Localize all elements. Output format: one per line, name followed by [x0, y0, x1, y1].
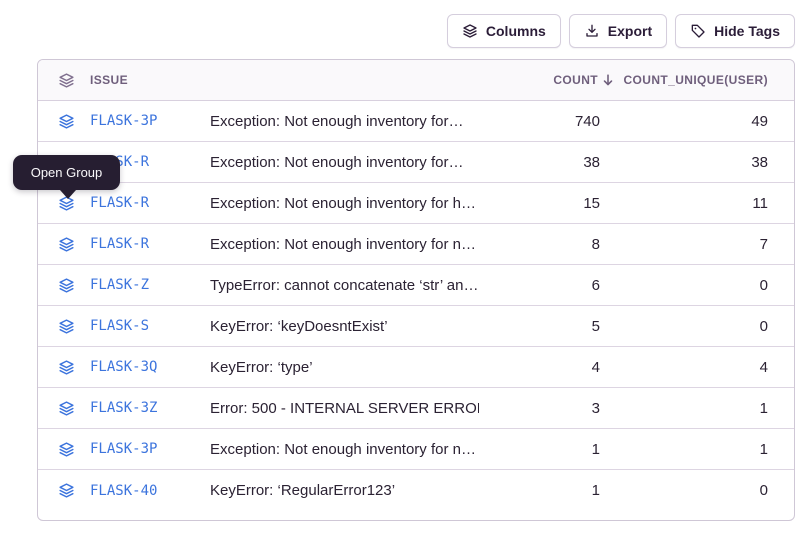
open-group-layers-icon[interactable] — [38, 236, 90, 253]
issue-link[interactable]: FLASK-R — [90, 195, 210, 211]
issue-summary: TypeError: cannot concatenate ‘str’ an… — [210, 277, 479, 294]
hide-tags-button[interactable]: Hide Tags — [675, 14, 795, 48]
column-header-count-unique[interactable]: COUNT_UNIQUE(USER) — [600, 73, 794, 87]
issue-summary: Exception: Not enough inventory for… — [210, 154, 479, 171]
table-row: FLASK-40 KeyError: ‘RegularError123’ 1 0 — [38, 470, 794, 511]
count-unique-value: 4 — [600, 359, 794, 376]
columns-button-label: Columns — [486, 23, 546, 39]
count-unique-value: 1 — [600, 400, 794, 417]
issue-link[interactable]: FLASK-40 — [90, 483, 210, 499]
issue-summary: Exception: Not enough inventory for n… — [210, 236, 479, 253]
open-group-layers-icon[interactable] — [38, 359, 90, 376]
issue-link[interactable]: FLASK-3Z — [90, 400, 210, 416]
table-row: FLASK-3Q KeyError: ‘type’ 4 4 — [38, 347, 794, 388]
count-value: 1 — [479, 441, 600, 458]
open-group-layers-icon[interactable] — [38, 400, 90, 417]
issue-link[interactable]: FLASK-Z — [90, 277, 210, 293]
column-header-count[interactable]: COUNT — [479, 73, 600, 87]
open-group-layers-icon[interactable] — [38, 482, 90, 499]
open-group-layers-icon[interactable] — [38, 277, 90, 294]
count-unique-value: 0 — [600, 318, 794, 335]
table-row: FLASK-Z TypeError: cannot concatenate ‘s… — [38, 265, 794, 306]
tag-icon — [690, 23, 706, 39]
count-value: 5 — [479, 318, 600, 335]
count-value: 740 — [479, 113, 600, 130]
table-row: FLASK-R Exception: Not enough inventory … — [38, 183, 794, 224]
export-button[interactable]: Export — [569, 14, 667, 48]
columns-button[interactable]: Columns — [447, 14, 561, 48]
issue-summary: KeyError: ‘keyDoesntExist’ — [210, 318, 479, 335]
count-unique-value: 7 — [600, 236, 794, 253]
count-unique-value: 1 — [600, 441, 794, 458]
count-value: 6 — [479, 277, 600, 294]
open-group-layers-icon[interactable] — [38, 113, 90, 130]
table-row: FLASK-S KeyError: ‘keyDoesntExist’ 5 0 — [38, 306, 794, 347]
issue-link[interactable]: FLASK-3P — [90, 441, 210, 457]
count-value: 4 — [479, 359, 600, 376]
count-value: 3 — [479, 400, 600, 417]
column-header-issue[interactable]: ISSUE — [90, 73, 210, 87]
issue-link[interactable]: FLASK-S — [90, 318, 210, 334]
count-unique-value: 38 — [600, 154, 794, 171]
issue-summary: KeyError: ‘RegularError123’ — [210, 482, 479, 499]
open-group-layers-icon[interactable] — [38, 318, 90, 335]
issue-summary: KeyError: ‘type’ — [210, 359, 479, 376]
table-row: FLASK-3P Exception: Not enough inventory… — [38, 101, 794, 142]
issue-link[interactable]: FLASK-3P — [90, 113, 210, 129]
table-row: FLASK-3Z Error: 500 - INTERNAL SERVER ER… — [38, 388, 794, 429]
open-group-layers-icon[interactable] — [38, 441, 90, 458]
download-icon — [584, 23, 600, 39]
count-unique-value: 0 — [600, 482, 794, 499]
issue-link[interactable]: FLASK-3Q — [90, 359, 210, 375]
hide-tags-button-label: Hide Tags — [714, 23, 780, 39]
count-value: 38 — [479, 154, 600, 171]
issue-summary: Exception: Not enough inventory for n… — [210, 441, 479, 458]
table-row: FLASK-R Exception: Not enough inventory … — [38, 142, 794, 183]
layers-icon — [462, 23, 478, 39]
table-row: FLASK-3P Exception: Not enough inventory… — [38, 429, 794, 470]
issue-summary: Error: 500 - INTERNAL SERVER ERROR — [210, 400, 479, 417]
count-value: 1 — [479, 482, 600, 499]
toolbar: Columns Export Hide Tags — [447, 14, 795, 48]
tooltip-text: Open Group — [31, 165, 103, 180]
issue-link[interactable]: FLASK-R — [90, 236, 210, 252]
issue-summary: Exception: Not enough inventory for h… — [210, 195, 479, 212]
issues-table: ISSUE COUNT COUNT_UNIQUE(USER) FLASK-3P … — [37, 59, 795, 521]
count-value: 8 — [479, 236, 600, 253]
table-body: FLASK-3P Exception: Not enough inventory… — [38, 101, 794, 511]
count-unique-value: 11 — [600, 195, 794, 212]
table-header: ISSUE COUNT COUNT_UNIQUE(USER) — [38, 60, 794, 101]
layers-icon — [38, 72, 90, 89]
issue-summary: Exception: Not enough inventory for… — [210, 113, 479, 130]
table-row: FLASK-R Exception: Not enough inventory … — [38, 224, 794, 265]
count-unique-value: 49 — [600, 113, 794, 130]
export-button-label: Export — [608, 23, 652, 39]
open-group-tooltip: Open Group — [13, 155, 120, 190]
count-value: 15 — [479, 195, 600, 212]
count-unique-value: 0 — [600, 277, 794, 294]
